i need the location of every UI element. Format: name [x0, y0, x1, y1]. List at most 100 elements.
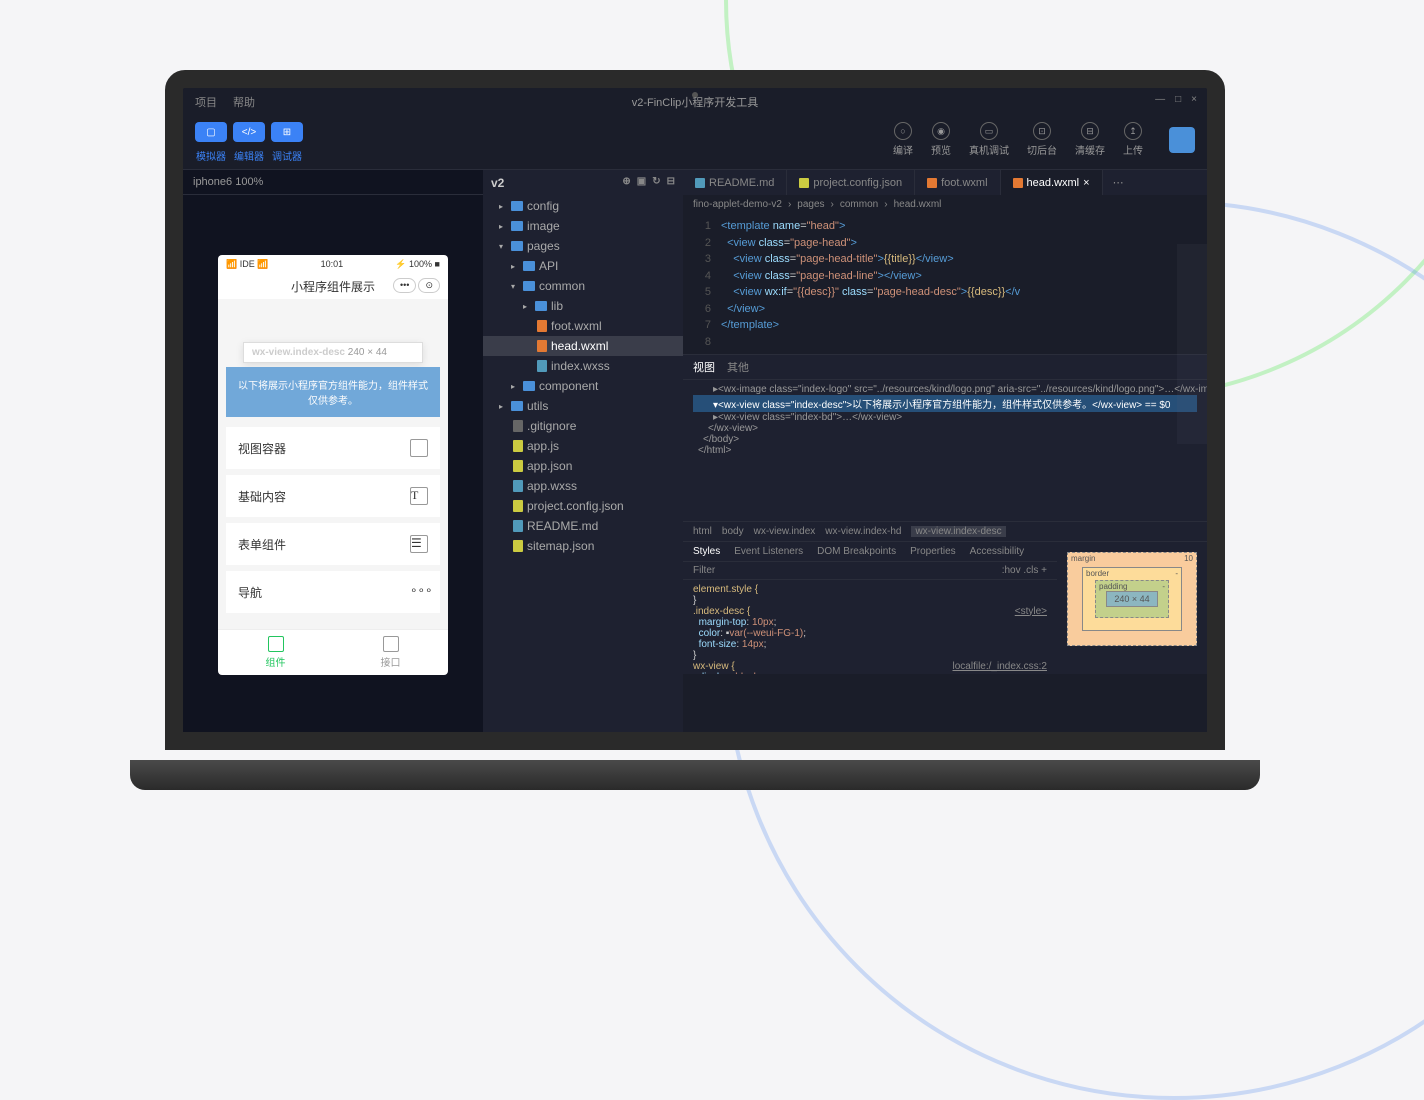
refresh-icon[interactable]: ↻	[652, 176, 660, 190]
file-index-wxss[interactable]: index.wxss	[483, 356, 683, 376]
simulator-device-label: iphone6 100%	[183, 170, 483, 195]
dom-breakpoints-tab[interactable]: DOM Breakpoints	[817, 546, 896, 557]
accessibility-tab[interactable]: Accessibility	[970, 546, 1024, 557]
compile-button[interactable]: ○编译	[893, 122, 913, 157]
file-foot-wxml[interactable]: foot.wxml	[483, 316, 683, 336]
tab-component[interactable]: 组件	[218, 630, 333, 675]
label-debugger: 调试器	[271, 148, 303, 163]
phone-preview: 📶 IDE 📶 10:01 ⚡ 100% ■ 小程序组件展示 ••• ⊙ wx-…	[218, 255, 448, 675]
folder-icon	[511, 221, 523, 231]
real-device-button[interactable]: ▭真机调试	[969, 122, 1009, 157]
form-icon: ☰	[410, 535, 428, 553]
folder-image[interactable]: ▸image	[483, 216, 683, 236]
code-editor[interactable]: 1<template name="head">2 <view class="pa…	[683, 214, 1207, 354]
minimap[interactable]	[1177, 244, 1207, 444]
file-app-wxss[interactable]: app.wxss	[483, 476, 683, 496]
folder-lib[interactable]: ▸lib	[483, 296, 683, 316]
switch-bg-button[interactable]: ⊡切后台	[1027, 122, 1057, 157]
breadcrumb: fino-applet-demo-v2 › pages › common › h…	[683, 195, 1207, 214]
capsule-menu-icon[interactable]: •••	[393, 278, 416, 293]
list-item[interactable]: 表单组件☰	[226, 523, 440, 565]
preview-button[interactable]: ◉预览	[931, 122, 951, 157]
label-editor: 编辑器	[233, 148, 265, 163]
cache-icon: ⊟	[1081, 122, 1099, 140]
event-listeners-tab[interactable]: Event Listeners	[734, 546, 803, 557]
list-item[interactable]: 视图容器	[226, 427, 440, 469]
file-project-config[interactable]: project.config.json	[483, 496, 683, 516]
maximize-icon[interactable]: □	[1175, 94, 1181, 105]
folder-config[interactable]: ▸config	[483, 196, 683, 216]
crumb-item[interactable]: wx-view.index	[754, 526, 816, 537]
component-icon	[268, 636, 284, 652]
window-title: v2-FinClip小程序开发工具	[632, 94, 759, 110]
styles-tab[interactable]: Styles	[693, 546, 720, 557]
collapse-icon[interactable]: ⊟	[667, 176, 675, 190]
simulator-panel: iphone6 100% 📶 IDE 📶 10:01 ⚡ 100% ■ 小程序组…	[183, 170, 483, 732]
devtools-panel: 视图 其他 ▸<wx-image class="index-logo" src=…	[683, 354, 1207, 674]
folder-common[interactable]: ▾common	[483, 276, 683, 296]
tab-api[interactable]: 接口	[333, 630, 448, 675]
tab-project-config[interactable]: project.config.json	[787, 170, 915, 195]
menu-help[interactable]: 帮助	[233, 94, 255, 110]
folder-icon	[535, 301, 547, 311]
minimize-icon[interactable]: —	[1155, 94, 1165, 105]
user-avatar[interactable]	[1169, 127, 1195, 153]
phone-statusbar: 📶 IDE 📶 10:01 ⚡ 100% ■	[218, 255, 448, 274]
file-app-json[interactable]: app.json	[483, 456, 683, 476]
tab-foot-wxml[interactable]: foot.wxml	[915, 170, 1000, 195]
editor-tabs: README.md project.config.json foot.wxml …	[683, 170, 1207, 195]
folder-utils[interactable]: ▸utils	[483, 396, 683, 416]
file-readme[interactable]: README.md	[483, 516, 683, 536]
status-time: 10:01	[321, 259, 344, 270]
file-app-js[interactable]: app.js	[483, 436, 683, 456]
hov-toggle[interactable]: :hov	[1002, 565, 1021, 576]
crumb-item[interactable]: wx-view.index-desc	[911, 526, 1005, 537]
new-folder-icon[interactable]: ▣	[637, 176, 646, 190]
selected-element[interactable]: ▾<wx-view class="index-desc">以下将展示小程序官方组…	[693, 395, 1197, 412]
phone-content: wx-view.index-desc 240 × 44 以下将展示小程序官方组件…	[218, 299, 448, 629]
new-file-icon[interactable]: ⊕	[622, 176, 630, 190]
tab-overflow-icon[interactable]: ⋯	[1103, 170, 1134, 195]
tab-head-wxml[interactable]: head.wxml ×	[1001, 170, 1103, 195]
app-title: 小程序组件展示 ••• ⊙	[218, 274, 448, 299]
upload-button[interactable]: ↥上传	[1123, 122, 1143, 157]
folder-api[interactable]: ▸API	[483, 256, 683, 276]
screen: 项目 帮助 v2-FinClip小程序开发工具 — □ × ▢ </> ⊞ 模拟…	[165, 70, 1225, 750]
file-head-wxml[interactable]: head.wxml	[483, 336, 683, 356]
tab-readme[interactable]: README.md	[683, 170, 787, 195]
list-item[interactable]: 导航∘∘∘	[226, 571, 440, 613]
text-icon: T	[410, 487, 428, 505]
folder-component[interactable]: ▸component	[483, 376, 683, 396]
status-battery: ⚡ 100% ■	[395, 259, 440, 270]
capsule-close-icon[interactable]: ⊙	[418, 278, 440, 293]
folder-icon	[523, 281, 535, 291]
debugger-toggle[interactable]: ⊞	[271, 122, 303, 142]
toolbar: ▢ </> ⊞ 模拟器 编辑器 调试器 ○编译 ◉预览 ▭真机调试 ⊡切后台 ⊟…	[183, 116, 1207, 170]
folder-icon	[523, 381, 535, 391]
styles-panel: Styles Event Listeners DOM Breakpoints P…	[683, 542, 1057, 675]
file-gitignore[interactable]: .gitignore	[483, 416, 683, 436]
menu-project[interactable]: 项目	[195, 94, 217, 110]
crumb-item[interactable]: body	[722, 526, 744, 537]
folder-pages[interactable]: ▾pages	[483, 236, 683, 256]
close-icon[interactable]: ×	[1191, 94, 1197, 105]
crumb-item[interactable]: html	[693, 526, 712, 537]
cls-toggle[interactable]: .cls	[1023, 565, 1038, 576]
crumb-item[interactable]: wx-view.index-hd	[825, 526, 901, 537]
elements-tree[interactable]: ▸<wx-image class="index-logo" src="../re…	[683, 380, 1207, 521]
project-root: v2	[491, 176, 504, 190]
status-signal: 📶 IDE 📶	[226, 259, 268, 270]
editor-toggle[interactable]: </>	[233, 122, 265, 142]
file-sitemap[interactable]: sitemap.json	[483, 536, 683, 556]
folder-icon	[523, 261, 535, 271]
device-icon: ▭	[980, 122, 998, 140]
styles-filter-input[interactable]: Filter	[693, 565, 715, 576]
clear-cache-button[interactable]: ⊟清缓存	[1075, 122, 1105, 157]
simulator-toggle[interactable]: ▢	[195, 122, 227, 142]
list-item[interactable]: 基础内容T	[226, 475, 440, 517]
devtools-tab-other[interactable]: 其他	[727, 359, 749, 375]
wxml-icon	[537, 340, 547, 352]
devtools-tab-view[interactable]: 视图	[693, 359, 715, 375]
properties-tab[interactable]: Properties	[910, 546, 956, 557]
css-rules[interactable]: element.style { } .index-desc {<style> m…	[683, 580, 1057, 675]
